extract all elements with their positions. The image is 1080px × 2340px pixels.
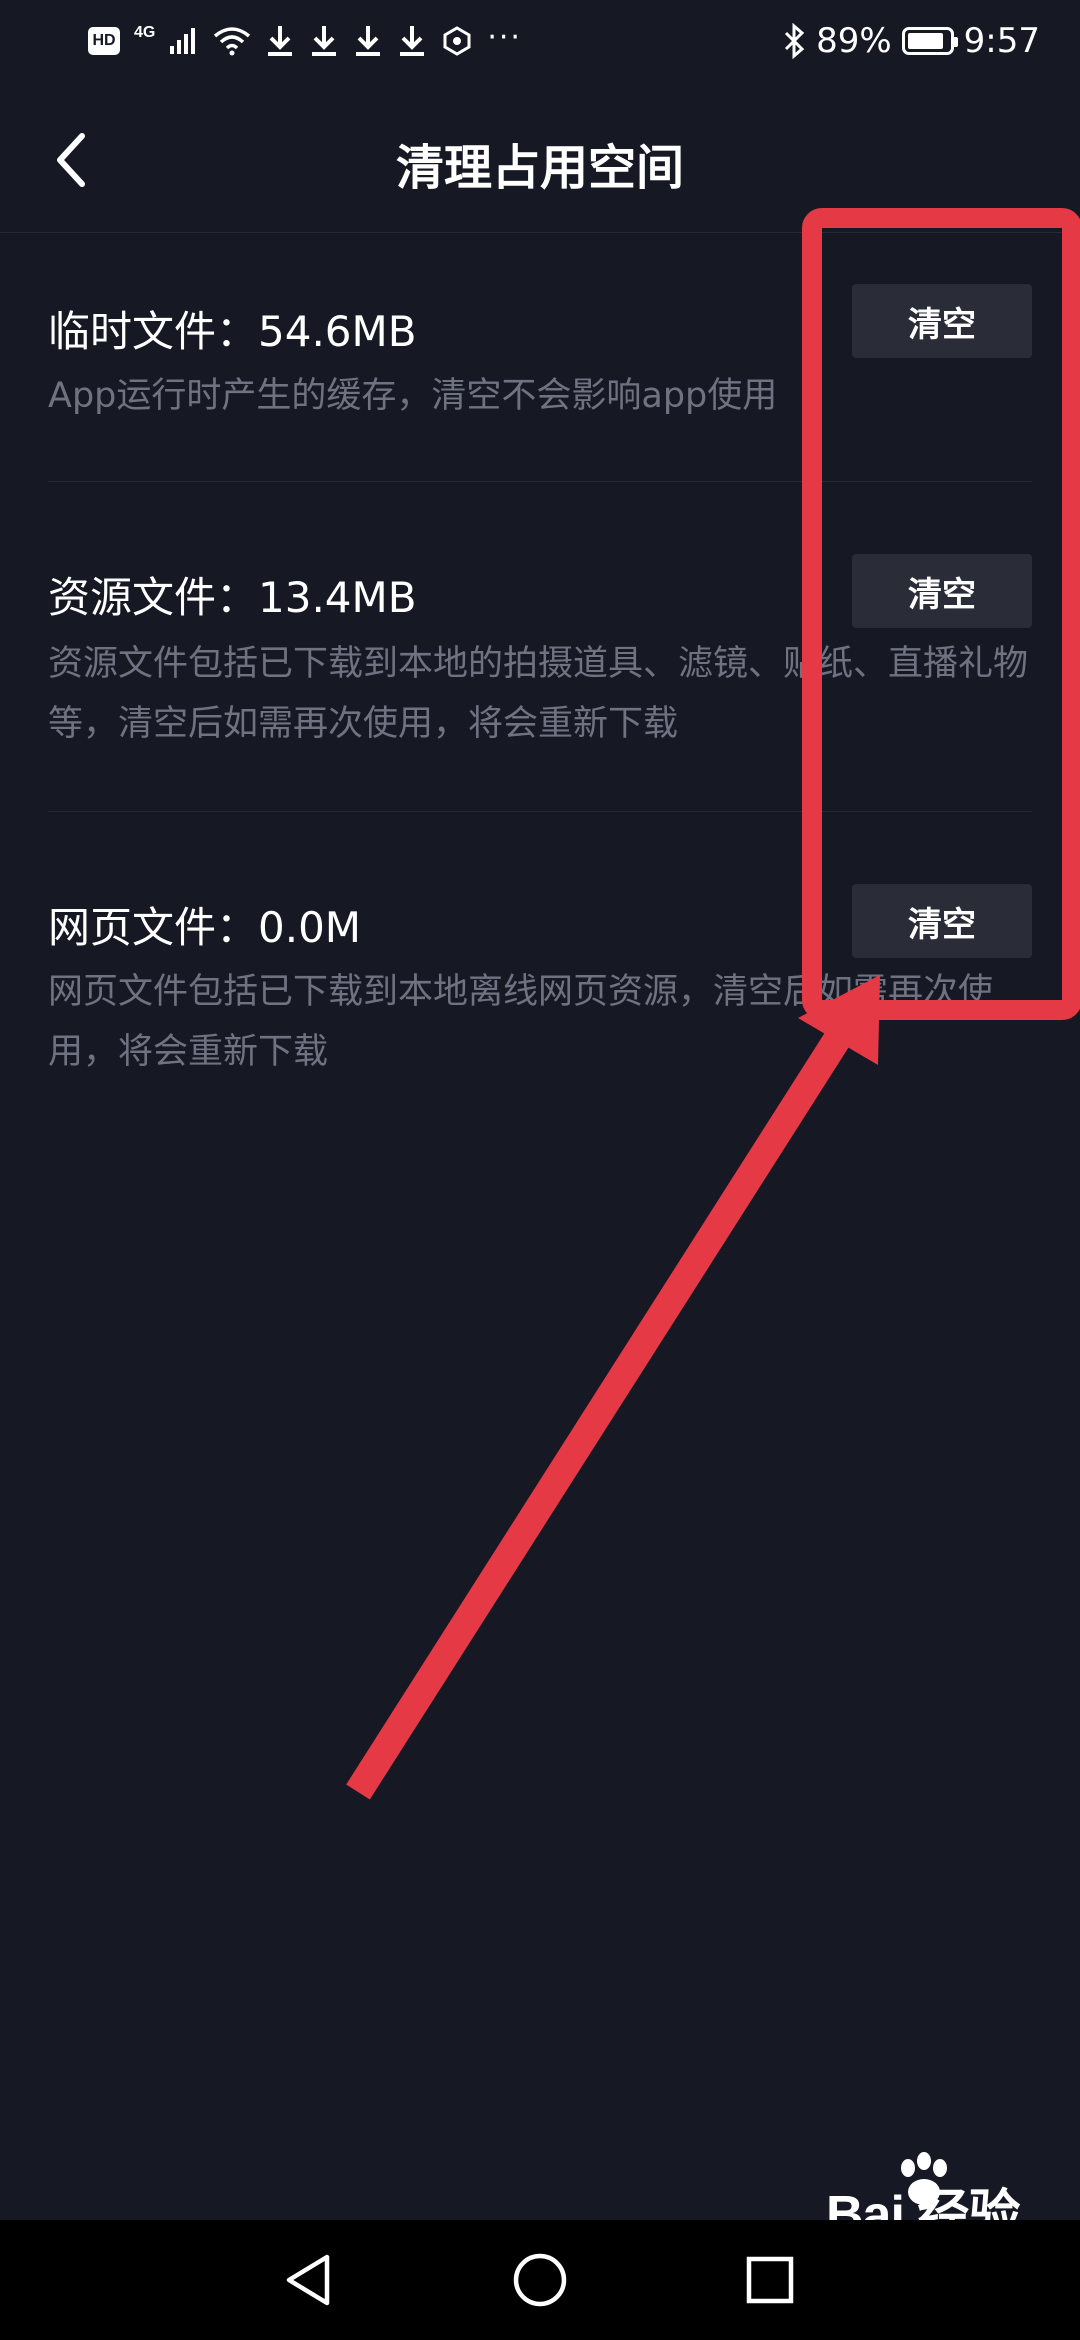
network-type: 4G	[134, 24, 156, 41]
signal-icon	[169, 26, 199, 56]
header: 清理占用空间	[0, 92, 1080, 233]
battery-percent: 89%	[816, 21, 892, 61]
status-left-icons: HD 4G ···	[88, 20, 522, 62]
hd-badge: HD	[88, 27, 120, 55]
bluetooth-icon	[782, 23, 806, 59]
download-icon	[353, 24, 383, 58]
list-item-resource-files: 资源文件：13.4MB 资源文件包括已下载到本地的拍摄道具、滤镜、贴纸、直播礼物…	[48, 482, 1032, 812]
status-right-icons: 89% 9:57	[782, 20, 1040, 62]
storage-list: 临时文件：54.6MB App运行时产生的缓存，清空不会影响app使用 清空 资…	[48, 236, 1032, 1112]
paw-logo-icon	[901, 2152, 947, 2205]
item-title: 网页文件：0.0M	[48, 903, 362, 952]
download-icon	[265, 24, 295, 58]
item-description: App运行时产生的缓存，清空不会影响app使用	[48, 376, 778, 416]
item-title: 资源文件：13.4MB	[48, 573, 417, 622]
nav-back-button[interactable]	[268, 2240, 348, 2320]
nav-recents-button[interactable]	[730, 2240, 810, 2320]
status-bar: HD 4G ··· 89% 9:57	[0, 0, 1080, 84]
clear-resource-files-button[interactable]: 清空	[852, 554, 1032, 628]
triangle-back-icon	[286, 2254, 330, 2306]
item-description: 资源文件包括已下载到本地的拍摄道具、滤镜、贴纸、直播礼物等，清空后如需再次使用，…	[48, 644, 1029, 744]
annotation-arrow-shaft	[346, 1030, 850, 1800]
item-title: 临时文件：54.6MB	[48, 307, 417, 356]
download-icon	[309, 24, 339, 58]
list-item-web-files: 网页文件：0.0M 网页文件包括已下载到本地离线网页资源，清空后如需再次使用，将…	[48, 812, 1032, 1112]
square-recents-icon	[746, 2256, 794, 2304]
circle-home-icon	[513, 2253, 567, 2307]
more-notifications-icon: ···	[487, 19, 522, 55]
item-description: 网页文件包括已下载到本地离线网页资源，清空后如需再次使用，将会重新下载	[48, 972, 994, 1072]
battery-icon	[901, 27, 958, 55]
clock: 9:57	[963, 21, 1040, 61]
page-title: 清理占用空间	[395, 140, 684, 196]
nav-home-button[interactable]	[500, 2240, 580, 2320]
wifi-icon	[213, 26, 251, 56]
clear-web-files-button[interactable]: 清空	[852, 884, 1032, 958]
system-nav-bar	[0, 2220, 1080, 2340]
download-icon	[397, 24, 427, 58]
list-item-temp-files: 临时文件：54.6MB App运行时产生的缓存，清空不会影响app使用 清空	[48, 236, 1032, 482]
clear-temp-files-button[interactable]: 清空	[852, 284, 1032, 358]
battery-fill	[907, 33, 944, 49]
hexagon-icon	[441, 25, 473, 57]
